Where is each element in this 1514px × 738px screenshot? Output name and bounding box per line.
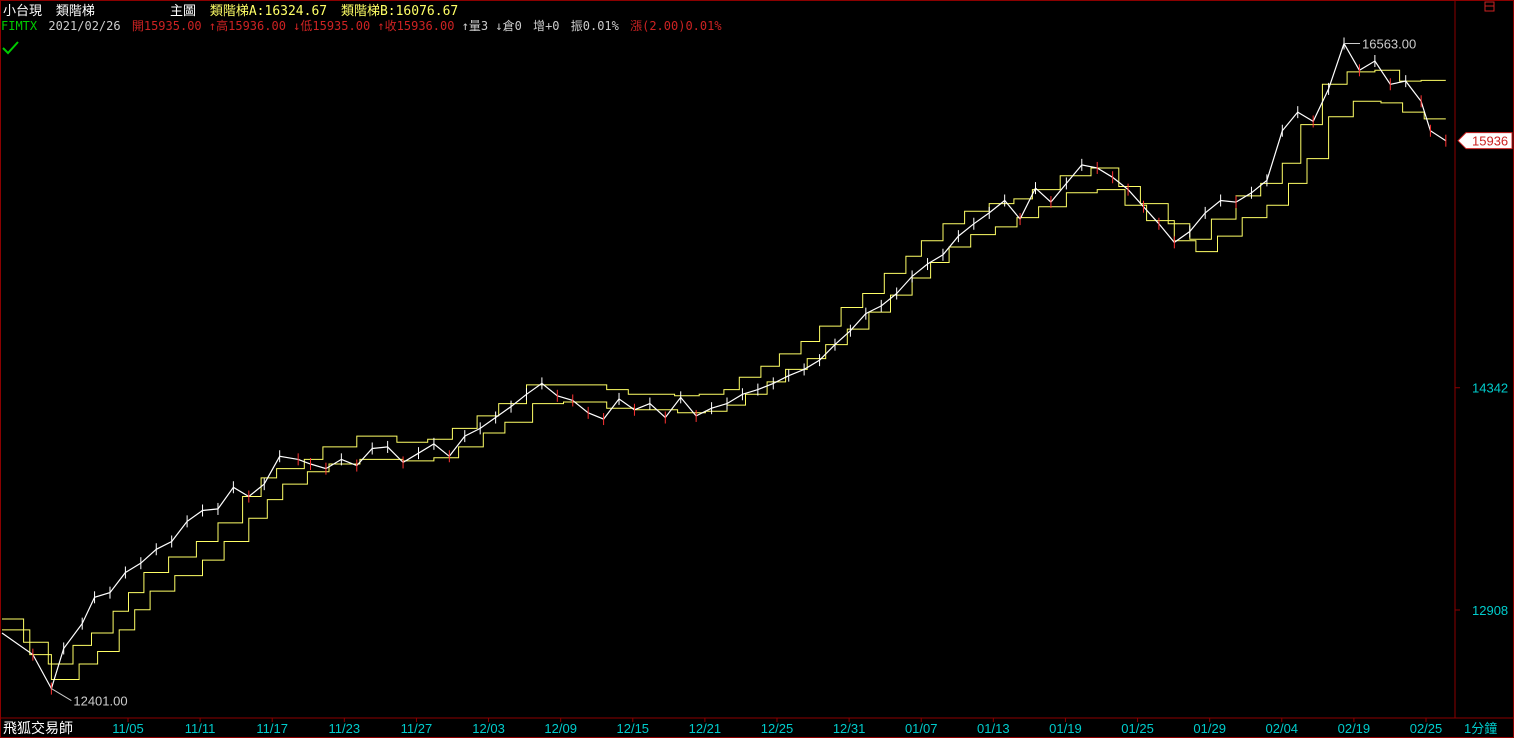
x-tick-label: 12/31 (833, 721, 866, 736)
price-series (1, 37, 1447, 695)
x-tick-label: 11/23 (329, 721, 361, 736)
brand-label: 飛狐交易師 (3, 720, 73, 736)
x-tick-label: 02/25 (1410, 721, 1443, 736)
x-tick-label: 11/05 (112, 721, 144, 736)
axes (0, 0, 1514, 719)
last-price-label: 15936 (1472, 134, 1508, 149)
x-tick-label: 01/19 (1049, 721, 1082, 736)
x-tick-label: 12/15 (617, 721, 650, 736)
x-tick-label: 12/09 (544, 721, 577, 736)
min-label: 12401.00 (73, 694, 127, 709)
x-tick-label: 02/19 (1338, 721, 1371, 736)
y-tick-labels: 12908 14342 (1455, 381, 1508, 618)
x-tick-label: 01/13 (977, 721, 1010, 736)
x-tick-label: 01/07 (905, 721, 938, 736)
x-tick-label: 02/04 (1266, 721, 1299, 736)
x-tick-label: 11/27 (401, 721, 433, 736)
min-leader (51, 688, 72, 702)
price-line (1, 42, 1447, 691)
price-chart[interactable]: 16563.0012401.0015936 1290814342 11/05 11… (0, 0, 1514, 738)
y-tick-label: 14342 (1472, 381, 1508, 396)
x-tick-label: 12/25 (761, 721, 794, 736)
interval-label[interactable]: 1分鐘 (1464, 721, 1497, 736)
ladder-a-series (2, 69, 1446, 665)
y-tick-label: 12908 (1472, 603, 1508, 618)
x-tick-label: 11/17 (256, 721, 288, 736)
ladder-line-a (2, 69, 1446, 665)
x-tick-label: 12/21 (689, 721, 722, 736)
x-tick-labels: 11/05 11/11 11/17 11/23 11/27 12/03 12/09 12/15… (112, 718, 1442, 736)
x-tick-label: 01/25 (1121, 721, 1154, 736)
x-tick-label: 12/03 (472, 721, 505, 736)
annotations: 16563.00 12401.00 15936 (51, 36, 1513, 709)
x-tick-label: 01/29 (1193, 721, 1226, 736)
max-label: 16563.00 (1362, 36, 1416, 51)
x-tick-label: 11/11 (185, 721, 216, 736)
